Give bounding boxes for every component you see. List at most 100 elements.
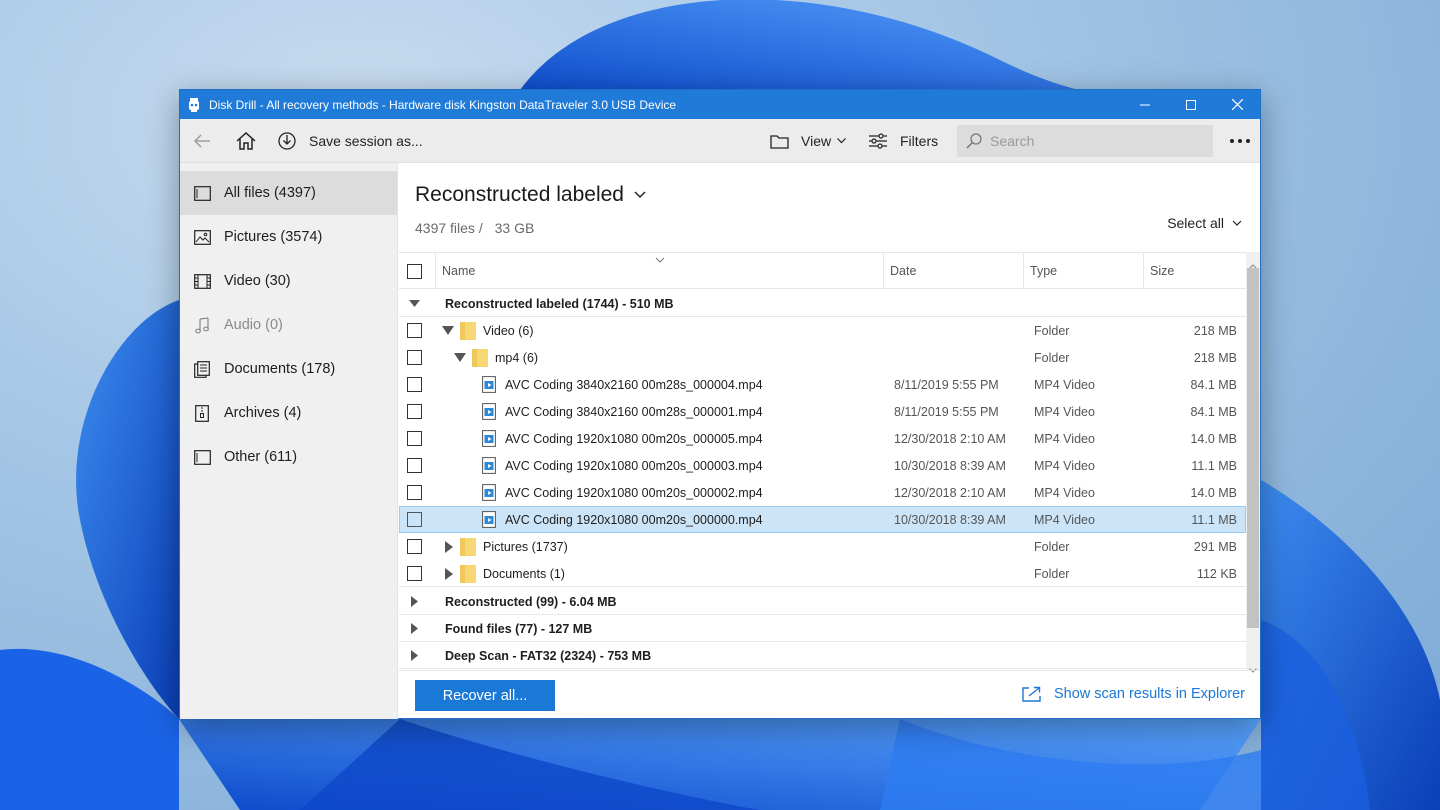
row-date: 10/30/2018 8:39 AM [894, 458, 1006, 473]
row-name: mp4 (6) [495, 350, 539, 365]
caret-right-icon[interactable] [445, 533, 453, 560]
row-checkbox[interactable] [407, 350, 422, 365]
minimize-button[interactable] [1122, 90, 1168, 119]
title-bar: Disk Drill - All recovery methods - Hard… [180, 90, 1260, 119]
vertical-scrollbar[interactable] [1246, 252, 1260, 673]
row-checkbox[interactable] [407, 323, 422, 338]
select-all-label: Select all [1167, 215, 1224, 231]
table-row[interactable]: Pictures (1737) Folder 291 MB [399, 533, 1246, 560]
filters-button[interactable]: Filters [869, 119, 938, 163]
save-session-button[interactable]: Save session as... [278, 131, 423, 150]
row-size: 112 KB [1196, 566, 1237, 581]
table-row[interactable]: Video (6) Folder 218 MB [399, 317, 1246, 344]
row-checkbox[interactable] [407, 512, 422, 527]
video-file-icon [482, 425, 496, 452]
table-row[interactable]: AVC Coding 1920x1080 00m20s_000003.mp4 1… [399, 452, 1246, 479]
view-label: View [801, 133, 832, 149]
caret-right-icon[interactable] [411, 615, 418, 642]
table-row-selected[interactable]: AVC Coding 1920x1080 00m20s_000000.mp4 1… [399, 506, 1246, 533]
row-checkbox[interactable] [407, 566, 422, 581]
download-circle-icon [278, 131, 296, 150]
row-checkbox[interactable] [407, 377, 422, 392]
table-row[interactable]: Documents (1) Folder 112 KB [399, 560, 1246, 587]
results-table: Name Date Type Size Reconstructed labele… [399, 252, 1246, 670]
row-type: MP4 Video [1034, 458, 1095, 473]
sidebar-item-video[interactable]: Video (30) [180, 259, 397, 303]
select-all-checkbox[interactable] [407, 264, 422, 279]
scroll-thumb[interactable] [1247, 268, 1259, 628]
caret-right-icon[interactable] [411, 642, 418, 669]
audio-icon [193, 316, 211, 334]
window-controls [1122, 90, 1260, 119]
caret-right-icon[interactable] [445, 560, 453, 587]
row-name: AVC Coding 1920x1080 00m20s_000002.mp4 [505, 485, 763, 500]
files-summary: 4397 files / 33 GB [415, 220, 534, 236]
group-label: Deep Scan - FAT32 (2324) - 753 MB [445, 648, 652, 663]
minimize-icon [1140, 104, 1150, 105]
select-all-dropdown[interactable]: Select all [1167, 215, 1242, 231]
row-checkbox[interactable] [407, 458, 422, 473]
all-files-icon [193, 184, 211, 202]
sidebar: All files (4397) Pictures (3574) Video (… [180, 163, 398, 719]
row-type: Folder [1034, 566, 1070, 581]
search-box [957, 125, 1213, 157]
table-row[interactable]: AVC Coding 3840x2160 00m28s_000004.mp4 8… [399, 371, 1246, 398]
row-date: 8/11/2019 5:55 PM [894, 404, 999, 419]
sidebar-item-audio[interactable]: Audio (0) [180, 303, 397, 347]
sidebar-item-other[interactable]: Other (611) [180, 435, 397, 479]
home-button[interactable] [235, 131, 257, 150]
more-options-button[interactable] [1229, 133, 1251, 149]
sidebar-item-all-files[interactable]: All files (4397) [180, 171, 397, 215]
sidebar-item-label: Archives (4) [224, 405, 302, 421]
column-header-type[interactable]: Type [1023, 253, 1143, 289]
footer-bar: Recover all... Show scan results in Expl… [399, 670, 1260, 719]
group-row-reconstructed[interactable]: Reconstructed (99) - 6.04 MB [399, 588, 1246, 615]
column-header-date[interactable]: Date [883, 253, 1023, 289]
chevron-down-icon [837, 138, 847, 144]
external-link-icon [1022, 686, 1042, 702]
more-dots-icon [1230, 139, 1250, 143]
group-row-reconstructed-labeled[interactable]: Reconstructed labeled (1744) - 510 MB [399, 290, 1246, 317]
row-size: 218 MB [1193, 323, 1237, 338]
table-row[interactable]: AVC Coding 1920x1080 00m20s_000002.mp4 1… [399, 479, 1246, 506]
files-size: 33 GB [494, 220, 535, 236]
group-row-found-files[interactable]: Found files (77) - 127 MB [399, 615, 1246, 642]
sidebar-item-archives[interactable]: Archives (4) [180, 391, 397, 435]
show-in-explorer-link[interactable]: Show scan results in Explorer [1022, 686, 1245, 702]
group-row-deep-scan[interactable]: Deep Scan - FAT32 (2324) - 753 MB [399, 642, 1246, 669]
folder-icon [472, 344, 488, 371]
table-row[interactable]: AVC Coding 1920x1080 00m20s_000005.mp4 1… [399, 425, 1246, 452]
row-name: AVC Coding 1920x1080 00m20s_000000.mp4 [505, 512, 763, 527]
back-button[interactable] [192, 134, 212, 148]
row-name: Video (6) [483, 323, 534, 338]
caret-right-icon[interactable] [411, 588, 418, 615]
caret-down-icon[interactable] [409, 290, 420, 317]
table-row[interactable]: AVC Coding 3840x2160 00m28s_000001.mp4 8… [399, 398, 1246, 425]
recover-all-button[interactable]: Recover all... [415, 680, 555, 711]
row-type: MP4 Video [1034, 431, 1095, 446]
row-checkbox[interactable] [407, 404, 422, 419]
caret-down-icon[interactable] [454, 344, 466, 371]
sidebar-item-documents[interactable]: Documents (178) [180, 347, 397, 391]
row-type: Folder [1034, 350, 1070, 365]
row-size: 84.1 MB [1190, 377, 1237, 392]
video-file-icon [482, 452, 496, 479]
group-label: Reconstructed (99) - 6.04 MB [445, 594, 617, 609]
row-checkbox[interactable] [407, 539, 422, 554]
row-checkbox[interactable] [407, 485, 422, 500]
view-dropdown[interactable]: View [770, 119, 847, 163]
row-size: 218 MB [1193, 350, 1237, 365]
row-name: Pictures (1737) [483, 539, 568, 554]
column-header-name[interactable]: Name [435, 253, 883, 289]
column-header-size[interactable]: Size [1143, 253, 1246, 289]
row-checkbox[interactable] [407, 431, 422, 446]
close-button[interactable] [1214, 90, 1260, 119]
table-row[interactable]: mp4 (6) Folder 218 MB [399, 344, 1246, 371]
results-heading-dropdown[interactable]: Reconstructed labeled [415, 183, 646, 207]
caret-down-icon[interactable] [442, 317, 454, 344]
row-size: 14.0 MB [1190, 485, 1237, 500]
search-input[interactable] [990, 133, 1210, 149]
app-icon [187, 97, 201, 113]
sidebar-item-pictures[interactable]: Pictures (3574) [180, 215, 397, 259]
maximize-button[interactable] [1168, 90, 1214, 119]
